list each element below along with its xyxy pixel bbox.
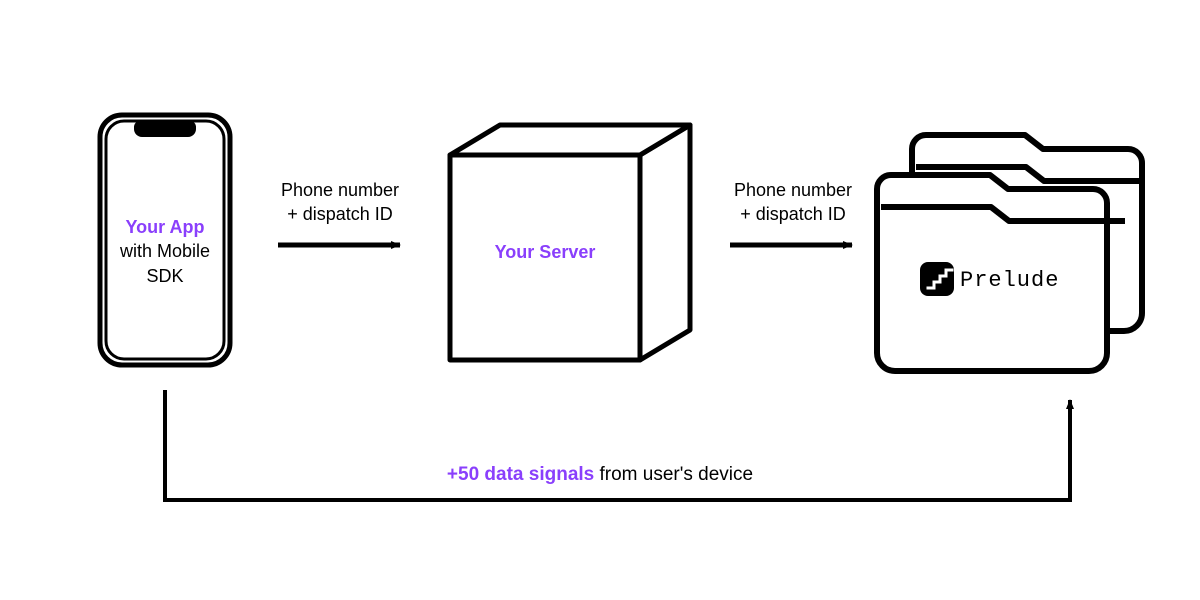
diagram-svg [0,0,1200,600]
arrow1-caption: Phone number + dispatch ID [255,178,425,227]
app-label-block: Your App with Mobile SDK [100,215,230,288]
prelude-folders-icon [877,135,1142,371]
arrow2-line1: Phone number [708,178,878,202]
server-label-block: Your Server [450,240,640,264]
signals-highlight: +50 data signals [447,464,594,485]
prelude-logo-icon [920,262,954,296]
arrow1-line1: Phone number [255,178,425,202]
signals-caption: +50 data signals from user's device [300,462,900,488]
server-title: Your Server [495,242,596,262]
arrow1-line2: + dispatch ID [255,202,425,226]
app-subtitle-2: SDK [100,264,230,288]
app-subtitle-1: with Mobile [100,239,230,263]
prelude-label: Prelude [960,266,1090,296]
arrow2-line2: + dispatch ID [708,202,878,226]
app-title: Your App [100,215,230,239]
diagram-canvas: Your App with Mobile SDK Phone number + … [0,0,1200,600]
arrow2-caption: Phone number + dispatch ID [708,178,878,227]
signals-rest: from user's device [594,464,753,485]
